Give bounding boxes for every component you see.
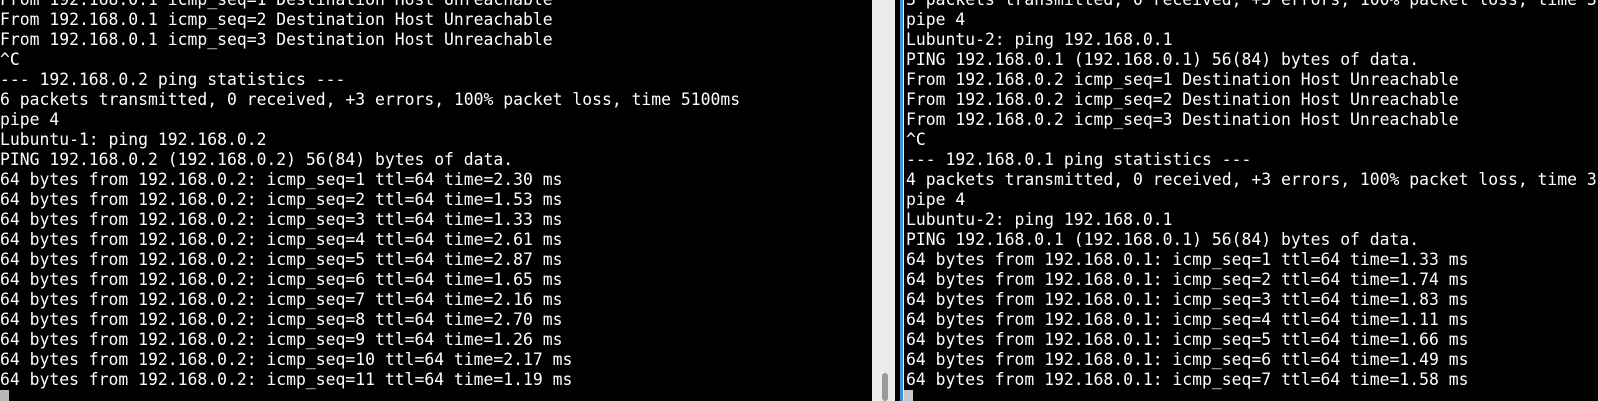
terminal-line: 64 bytes from 192.168.0.1: icmp_seq=5 tt… (906, 330, 1469, 349)
terminal-pane-right[interactable]: 3 packets transmitted, 0 received, +3 er… (904, 0, 1598, 401)
terminal-line: 64 bytes from 192.168.0.1: icmp_seq=6 tt… (906, 350, 1469, 369)
terminal-line: From 192.168.0.2 icmp_seq=2 Destination … (906, 90, 1459, 109)
terminal-line: 64 bytes from 192.168.0.2: icmp_seq=2 tt… (0, 190, 563, 209)
terminal-line: ^C (0, 50, 20, 69)
terminal-line: PING 192.168.0.1 (192.168.0.1) 56(84) by… (906, 230, 1420, 249)
terminal-line: From 192.168.0.1 icmp_seq=1 Destination … (0, 0, 740, 10)
terminal-pane-left[interactable]: From 192.168.0.1 icmp_seq=1 Destination … (0, 0, 872, 401)
terminal-line: From 192.168.0.2 icmp_seq=1 Destination … (906, 70, 1459, 89)
terminal-line: From 192.168.0.2 icmp_seq=3 Destination … (906, 110, 1459, 129)
terminal-output-right[interactable]: 3 packets transmitted, 0 received, +3 er… (906, 0, 1597, 390)
terminal-line: 64 bytes from 192.168.0.2: icmp_seq=10 t… (0, 350, 573, 369)
active-pane-indicator (900, 0, 903, 401)
terminal-line: 64 bytes from 192.168.0.2: icmp_seq=7 tt… (0, 290, 563, 309)
terminal-line: 64 bytes from 192.168.0.2: icmp_seq=5 tt… (0, 250, 563, 269)
terminal-line: pipe 4 (0, 110, 60, 129)
split-terminal-screen: From 192.168.0.1 icmp_seq=1 Destination … (0, 0, 1598, 401)
terminal-line: 6 packets transmitted, 0 received, +3 er… (0, 90, 741, 109)
terminal-line: 64 bytes from 192.168.0.2: icmp_seq=6 tt… (0, 270, 563, 289)
terminal-line: 64 bytes from 192.168.0.2: icmp_seq=11 t… (0, 370, 573, 389)
terminal-line: 3 packets transmitted, 0 received, +3 er… (906, 0, 1597, 10)
terminal-line: Lubuntu-2: ping 192.168.0.1 (906, 210, 1173, 229)
terminal-cursor (904, 390, 913, 401)
terminal-line: 64 bytes from 192.168.0.1: icmp_seq=4 tt… (906, 310, 1469, 329)
terminal-line: PING 192.168.0.2 (192.168.0.2) 56(84) by… (0, 150, 514, 169)
terminal-line: 4 packets transmitted, 0 received, +3 er… (906, 170, 1597, 189)
terminal-line: pipe 4 (906, 10, 966, 29)
terminal-line: 64 bytes from 192.168.0.1: icmp_seq=3 tt… (906, 290, 1469, 309)
terminal-line: pipe 4 (906, 190, 966, 209)
terminal-line: 64 bytes from 192.168.0.2: icmp_seq=8 tt… (0, 310, 563, 329)
terminal-line: PING 192.168.0.1 (192.168.0.1) 56(84) by… (906, 50, 1420, 69)
terminal-line: 64 bytes from 192.168.0.1: icmp_seq=2 tt… (906, 270, 1469, 289)
terminal-line: 64 bytes from 192.168.0.2: icmp_seq=3 tt… (0, 210, 563, 229)
terminal-cursor (0, 390, 9, 401)
terminal-output-left[interactable]: From 192.168.0.1 icmp_seq=1 Destination … (0, 0, 740, 390)
terminal-line: 64 bytes from 192.168.0.1: icmp_seq=1 tt… (906, 250, 1469, 269)
terminal-line: From 192.168.0.1 icmp_seq=2 Destination … (0, 10, 553, 29)
terminal-line: 64 bytes from 192.168.0.2: icmp_seq=1 tt… (0, 170, 563, 189)
terminal-line: Lubuntu-1: ping 192.168.0.2 (0, 130, 267, 149)
terminal-line: 64 bytes from 192.168.0.1: icmp_seq=7 tt… (906, 370, 1469, 389)
pane-divider[interactable] (872, 0, 904, 401)
terminal-line: 64 bytes from 192.168.0.2: icmp_seq=4 tt… (0, 230, 563, 249)
terminal-line: 64 bytes from 192.168.0.2: icmp_seq=9 tt… (0, 330, 563, 349)
terminal-line: ^C (906, 130, 926, 149)
terminal-line: Lubuntu-2: ping 192.168.0.1 (906, 30, 1173, 49)
terminal-line: --- 192.168.0.2 ping statistics --- (0, 70, 346, 89)
scrollbar-thumb[interactable] (882, 373, 888, 401)
terminal-line: --- 192.168.0.1 ping statistics --- (906, 150, 1252, 169)
terminal-line: From 192.168.0.1 icmp_seq=3 Destination … (0, 30, 553, 49)
